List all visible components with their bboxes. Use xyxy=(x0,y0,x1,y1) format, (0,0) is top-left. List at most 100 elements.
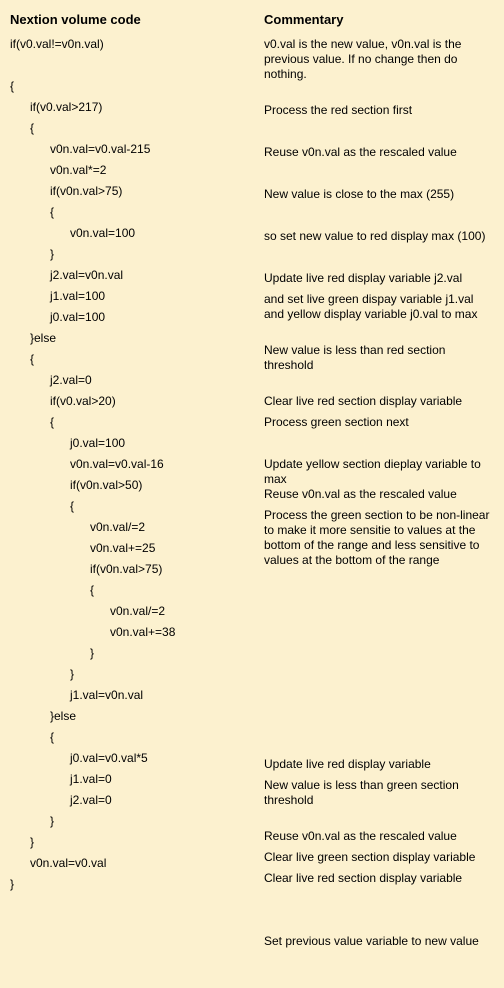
code-text: { xyxy=(10,730,54,745)
commentary-header: Commentary xyxy=(264,12,494,27)
commentary-line xyxy=(264,250,494,271)
code-text: v0n.val+=38 xyxy=(10,625,175,640)
commentary-text: New value is less than green section thr… xyxy=(264,778,494,808)
commentary-line xyxy=(264,631,494,652)
code-line: { xyxy=(10,352,264,373)
commentary-line: Process the green section to be non-line… xyxy=(264,508,494,568)
code-line: } xyxy=(10,667,264,688)
code-line: } xyxy=(10,814,264,835)
code-text: { xyxy=(10,205,54,220)
code-line: v0n.val+=25 xyxy=(10,541,264,562)
code-text: v0n.val=100 xyxy=(10,226,135,241)
commentary-line: Clear live green section display variabl… xyxy=(264,850,494,871)
commentary-line: Update yellow section dieplay variable t… xyxy=(264,457,494,487)
commentary-text: and set live green dispay variable j1.va… xyxy=(264,292,494,322)
commentary-line: Process the red section first xyxy=(264,103,494,124)
code-line: if(v0n.val>75) xyxy=(10,184,264,205)
document-body: Nextion volume code if(v0.val!=v0n.val) {… xyxy=(0,0,504,988)
code-line: if(v0.val>217) xyxy=(10,100,264,121)
commentary-line: New value is less than red section thres… xyxy=(264,343,494,373)
code-header: Nextion volume code xyxy=(10,12,264,27)
code-text: }else xyxy=(10,709,76,724)
code-text: j0.val=100 xyxy=(10,436,125,451)
code-text: } xyxy=(10,247,54,262)
code-line: j2.val=0 xyxy=(10,793,264,814)
code-line: j0.val=v0.val*5 xyxy=(10,751,264,772)
code-text: j1.val=0 xyxy=(10,772,112,787)
code-line: v0n.val=100 xyxy=(10,226,264,247)
commentary-line xyxy=(264,322,494,343)
commentary-text: Update live red display variable xyxy=(264,757,431,772)
commentary-line xyxy=(264,124,494,145)
commentary-column: Commentary v0.val is the new value, v0n.… xyxy=(264,12,494,976)
code-text: { xyxy=(10,583,94,598)
code-text: if(v0.val>20) xyxy=(10,394,116,409)
commentary-text: Clear live red section display variable xyxy=(264,394,462,409)
code-text: if(v0.val!=v0n.val) xyxy=(10,37,104,52)
code-text: } xyxy=(10,667,74,682)
commentary-line: Reuse v0n.val as the rescaled value xyxy=(264,145,494,166)
commentary-text: Process the red section first xyxy=(264,103,412,118)
code-line: j1.val=v0n.val xyxy=(10,688,264,709)
code-text: v0n.val*=2 xyxy=(10,163,106,178)
commentary-line xyxy=(264,913,494,934)
code-text: if(v0n.val>50) xyxy=(10,478,142,493)
commentary-line xyxy=(264,589,494,610)
code-line: }else xyxy=(10,331,264,352)
code-text: } xyxy=(10,646,94,661)
commentary-text: Reuse v0n.val as the rescaled value xyxy=(264,829,457,844)
commentary-line xyxy=(264,694,494,715)
commentary-line xyxy=(264,436,494,457)
code-text: v0n.val=v0.val-215 xyxy=(10,142,150,157)
code-text: j0.val=v0.val*5 xyxy=(10,751,148,766)
code-line: if(v0.val!=v0n.val) xyxy=(10,37,264,79)
commentary-text: Clear live green section display variabl… xyxy=(264,850,475,865)
code-line: { xyxy=(10,205,264,226)
code-text: { xyxy=(10,79,14,94)
commentary-line xyxy=(264,568,494,589)
code-lines: if(v0.val!=v0n.val){if(v0.val>217){v0n.v… xyxy=(10,37,264,898)
code-text: v0n.val=v0.val-16 xyxy=(10,457,164,472)
code-text: { xyxy=(10,121,34,136)
commentary-text: Update yellow section dieplay variable t… xyxy=(264,457,494,487)
code-text: j2.val=v0n.val xyxy=(10,268,123,283)
code-text: } xyxy=(10,877,14,892)
code-text: v0n.val+=25 xyxy=(10,541,155,556)
code-line: j0.val=100 xyxy=(10,310,264,331)
commentary-line xyxy=(264,82,494,103)
code-text: } xyxy=(10,814,54,829)
code-line: v0n.val=v0.val-16 xyxy=(10,457,264,478)
code-line: { xyxy=(10,415,264,436)
commentary-line xyxy=(264,892,494,913)
code-line: j2.val=v0n.val xyxy=(10,268,264,289)
code-line: v0n.val+=38 xyxy=(10,625,264,646)
code-line: { xyxy=(10,121,264,142)
commentary-line xyxy=(264,208,494,229)
code-text: { xyxy=(10,415,54,430)
code-text: j2.val=0 xyxy=(10,793,112,808)
commentary-line xyxy=(264,715,494,736)
code-text: if(v0n.val>75) xyxy=(10,562,162,577)
code-line: v0n.val=v0.val xyxy=(10,856,264,877)
commentary-line: Update live red display variable j2.val xyxy=(264,271,494,292)
commentary-lines: v0.val is the new value, v0n.val is the … xyxy=(264,37,494,976)
commentary-line xyxy=(264,736,494,757)
code-line: } xyxy=(10,646,264,667)
commentary-text: New value is less than red section thres… xyxy=(264,343,494,373)
commentary-text: Process green section next xyxy=(264,415,409,430)
code-line: v0n.val=v0.val-215 xyxy=(10,142,264,163)
commentary-text: Update live red display variable j2.val xyxy=(264,271,462,286)
code-text: { xyxy=(10,352,34,367)
commentary-line: v0.val is the new value, v0n.val is the … xyxy=(264,37,494,82)
code-line: v0n.val*=2 xyxy=(10,163,264,184)
code-text: { xyxy=(10,499,74,514)
commentary-text: so set new value to red display max (100… xyxy=(264,229,485,244)
code-column: Nextion volume code if(v0.val!=v0n.val) {… xyxy=(10,12,264,976)
code-line: j1.val=0 xyxy=(10,772,264,793)
code-line: { xyxy=(10,499,264,520)
code-text: }else xyxy=(10,331,56,346)
commentary-text: Process the green section to be non-line… xyxy=(264,508,494,568)
code-text: if(v0n.val>75) xyxy=(10,184,122,199)
code-text: j0.val=100 xyxy=(10,310,105,325)
commentary-line: Set previous value variable to new value xyxy=(264,934,494,955)
